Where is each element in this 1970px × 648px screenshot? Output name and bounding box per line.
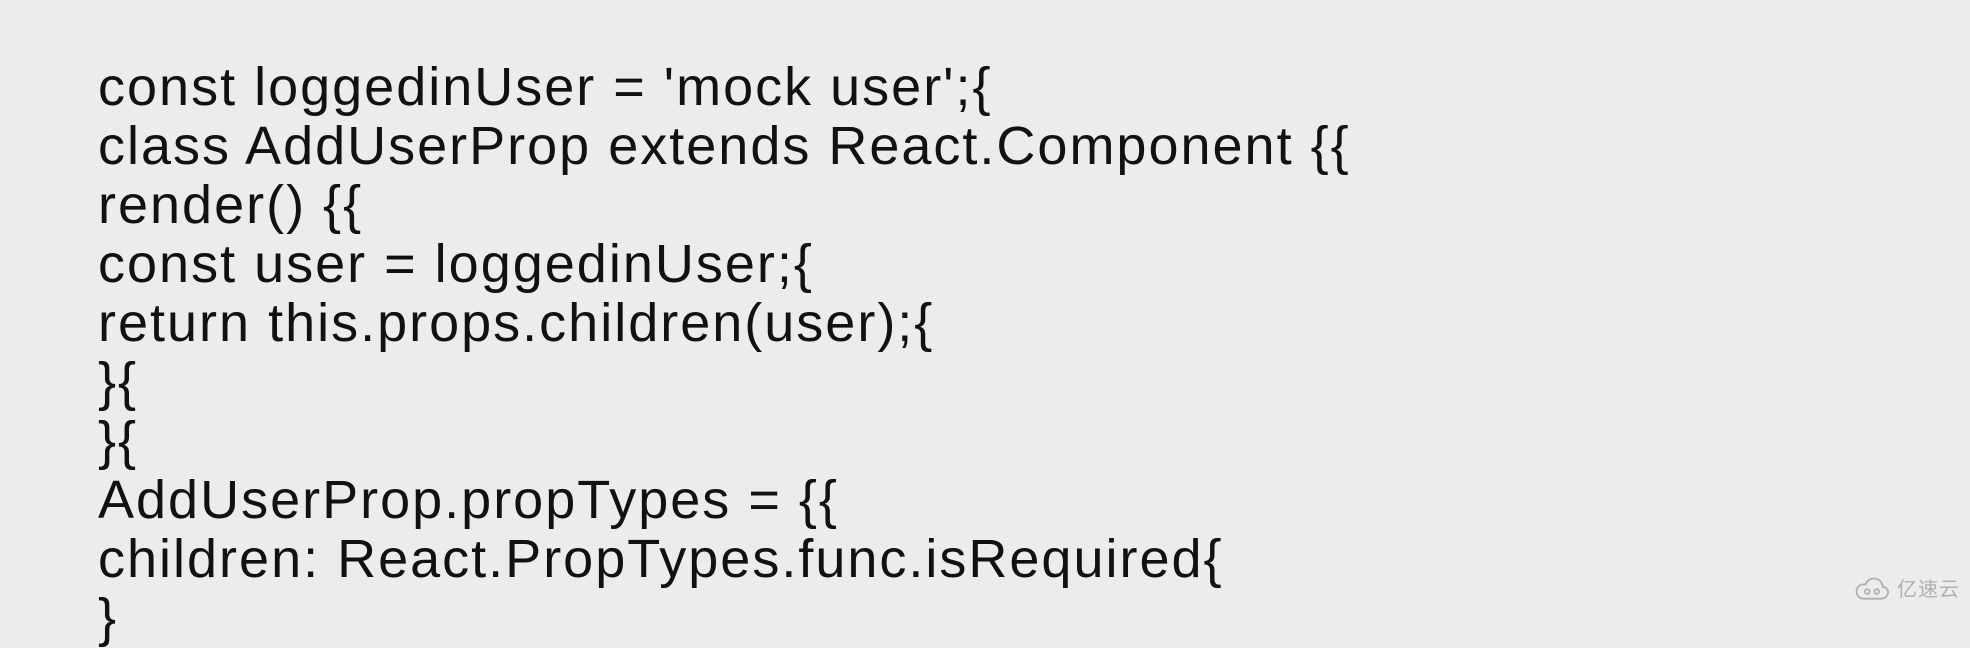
code-snippet: const loggedinUser = 'mock user';{ class… [98, 58, 1351, 648]
watermark-label: 亿速云 [1897, 573, 1960, 602]
watermark: 亿速云 [1853, 573, 1960, 602]
cloud-icon [1853, 576, 1891, 600]
